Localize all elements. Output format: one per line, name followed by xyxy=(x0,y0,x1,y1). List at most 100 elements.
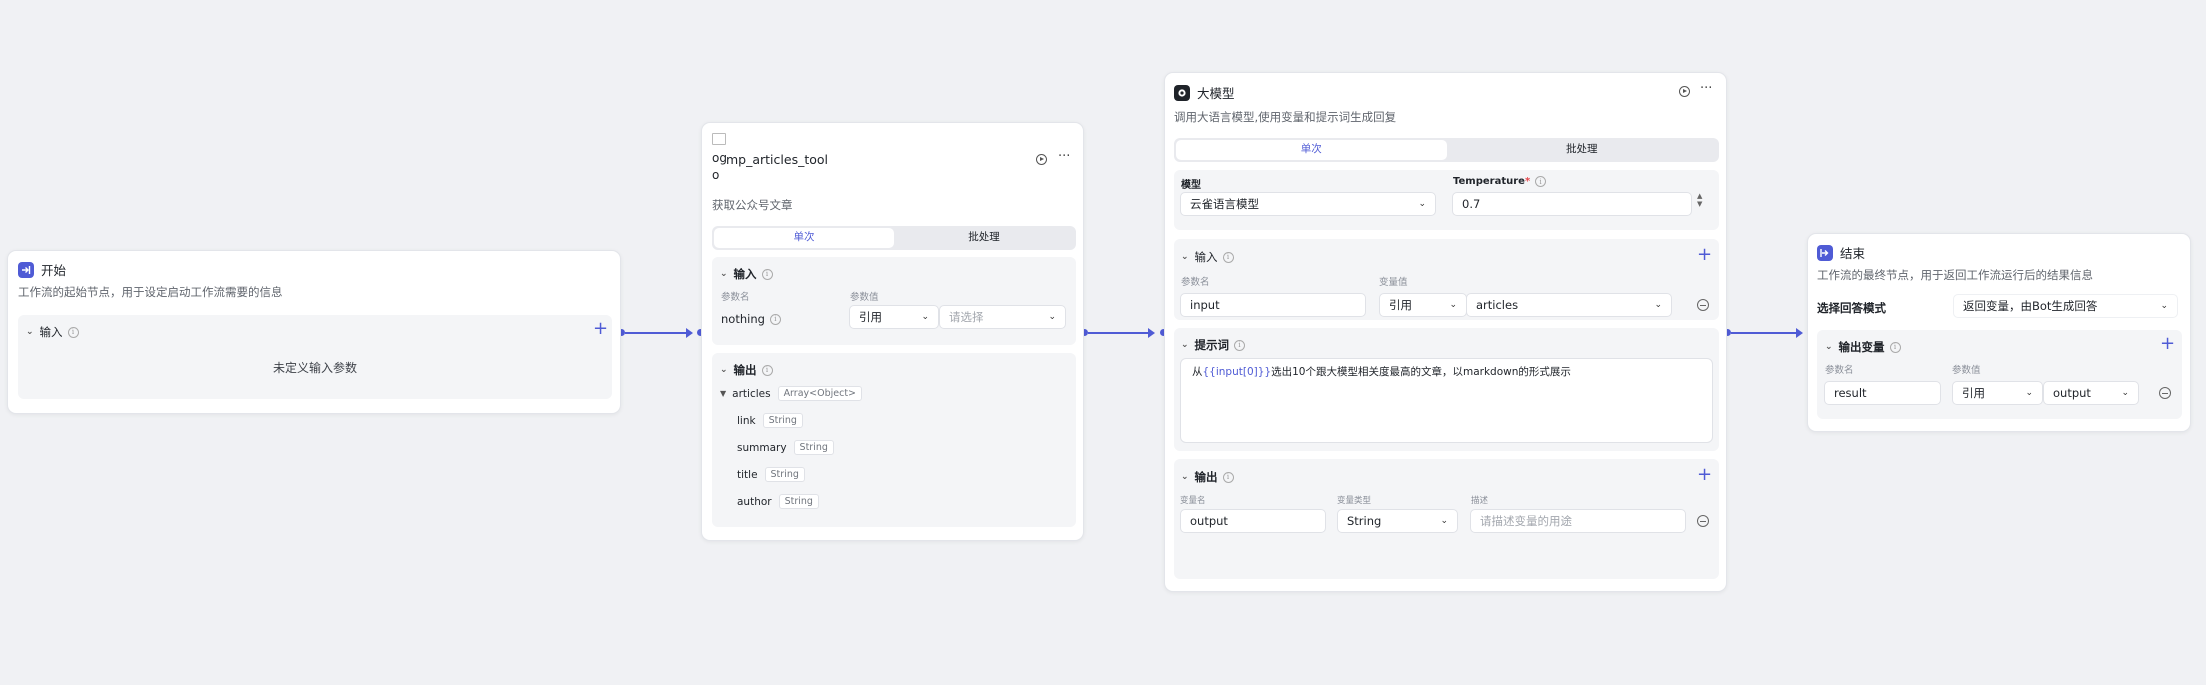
info-icon: i xyxy=(1889,341,1901,353)
ref-select[interactable]: 引用 ⌄ xyxy=(849,305,939,329)
ref-value-select[interactable]: articles ⌄ xyxy=(1466,293,1672,317)
output-type: Array<Object> xyxy=(777,386,863,401)
output-desc-input[interactable]: 请描述变量的用途 xyxy=(1470,509,1686,533)
output-item: ▼ articles Array<Object> xyxy=(720,386,863,401)
info-icon: i xyxy=(67,326,79,338)
chevron-down-icon: ⌄ xyxy=(921,312,929,322)
input-section: ⌄ 输入 i 参数名 参数值 nothing i 引用 ⌄ 请选择 ⌄ xyxy=(712,257,1076,345)
remove-output-icon[interactable] xyxy=(1697,515,1709,527)
node-title: 结束 xyxy=(1840,246,1866,261)
run-icon[interactable] xyxy=(1679,86,1690,97)
more-icon[interactable]: ··· xyxy=(1700,81,1712,96)
temperature-label-text: Temperature xyxy=(1453,176,1525,187)
tool-node[interactable]: og o mp_articles_tool ··· 获取公众号文章 单次 批处理… xyxy=(701,122,1084,541)
tab-single[interactable]: 单次 xyxy=(1176,140,1447,160)
param-value-label: 参数值 xyxy=(850,292,879,303)
tab-batch[interactable]: 批处理 xyxy=(1447,140,1718,160)
ref-value-text: articles xyxy=(1476,298,1519,312)
node-description: 工作流的起始节点，用于设定启动工作流需要的信息 xyxy=(18,285,283,299)
value-select-placeholder: 请选择 xyxy=(949,310,984,324)
info-icon: i xyxy=(1234,339,1246,351)
section-title: 输入 xyxy=(733,267,757,281)
ref-value-select[interactable]: output ⌄ xyxy=(2043,381,2139,405)
mode-tabs: 单次 批处理 xyxy=(712,226,1076,250)
model-select[interactable]: 云雀语言模型 ⌄ xyxy=(1180,192,1436,216)
node-description: 调用大语言模型,使用变量和提示词生成回复 xyxy=(1174,110,1397,124)
chevron-down-icon[interactable]: ⌄ xyxy=(720,269,728,279)
caret-down-icon[interactable]: ▼ xyxy=(720,389,726,398)
add-output-button[interactable]: + xyxy=(1697,466,1712,484)
section-title: 提示词 xyxy=(1194,338,1230,352)
output-name-value: output xyxy=(1190,514,1228,528)
prompt-text: 从 xyxy=(1192,366,1203,378)
end-node[interactable]: 结束 工作流的最终节点，用于返回工作流运行后的结果信息 选择回答模式 返回变量，… xyxy=(1807,233,2191,432)
param-name-label: 参数名 xyxy=(721,292,750,303)
enter-icon xyxy=(18,261,34,278)
ref-select-value: 引用 xyxy=(1389,298,1412,312)
tab-batch[interactable]: 批处理 xyxy=(894,228,1074,248)
output-item: summary String xyxy=(737,440,834,455)
output-type: String xyxy=(778,494,819,509)
required-mark: * xyxy=(1524,176,1531,187)
chevron-down-icon: ⌄ xyxy=(2121,388,2129,398)
broken-image-alt-1: og xyxy=(712,151,727,165)
ref-select[interactable]: 引用 ⌄ xyxy=(1952,381,2043,405)
param-name: nothing i xyxy=(721,312,781,326)
exit-icon xyxy=(1817,244,1833,261)
chevron-down-icon[interactable]: ⌄ xyxy=(1181,472,1189,482)
run-icon[interactable] xyxy=(1036,154,1047,165)
output-name: author xyxy=(737,495,772,508)
llm-node[interactable]: 大模型 ··· 调用大语言模型,使用变量和提示词生成回复 单次 批处理 模型 云… xyxy=(1164,72,1727,592)
remove-output-var-icon[interactable] xyxy=(2159,387,2171,399)
prompt-variable: {{input[0]}} xyxy=(1202,366,1272,378)
output-item: title String xyxy=(737,467,805,482)
chevron-down-icon[interactable]: ⌄ xyxy=(1825,342,1833,352)
output-section: ⌄ 输出 i ▼ articles Array<Object> link Str… xyxy=(712,353,1076,527)
temperature-input[interactable]: 0.7 xyxy=(1452,192,1692,216)
value-select[interactable]: 请选择 ⌄ xyxy=(939,305,1066,329)
output-item: author String xyxy=(737,494,819,509)
input-section: ⌄ 输入 i + 参数名 变量值 input 引用 ⌄ articles ⌄ xyxy=(1174,239,1719,320)
prompt-editor[interactable]: 从{{input[0]}}选出10个跟大模型相关度最高的文章，以markdown… xyxy=(1180,358,1713,443)
output-type: String xyxy=(793,440,834,455)
output-type-select[interactable]: String ⌄ xyxy=(1337,509,1458,533)
answer-mode-select[interactable]: 返回变量，由Bot生成回答 ⌄ xyxy=(1953,294,2178,318)
add-input-button[interactable]: + xyxy=(1697,246,1712,264)
info-icon: i xyxy=(769,313,781,325)
add-output-var-button[interactable]: + xyxy=(2160,335,2175,353)
param-value-label: 参数值 xyxy=(1952,365,1981,376)
chevron-down-icon: ⌄ xyxy=(1449,300,1457,310)
output-name-field[interactable]: output xyxy=(1180,509,1326,533)
model-section: 模型 云雀语言模型 ⌄ Temperature * i 0.7 ▲ ▼ xyxy=(1174,170,1719,230)
chevron-down-icon[interactable]: ⌄ xyxy=(1181,340,1189,350)
output-type: String xyxy=(762,413,803,428)
remove-input-icon[interactable] xyxy=(1697,299,1709,311)
section-title: 输出 xyxy=(733,363,757,377)
param-name-field[interactable]: result xyxy=(1824,381,1941,405)
ref-select[interactable]: 引用 ⌄ xyxy=(1379,293,1467,317)
chevron-down-icon[interactable]: ⌄ xyxy=(720,365,728,375)
out-desc-label: 描述 xyxy=(1471,496,1489,506)
chevron-down-icon: ⌄ xyxy=(1654,300,1662,310)
temperature-label: Temperature * i xyxy=(1453,176,1547,187)
empty-input-text: 未定义输入参数 xyxy=(272,361,357,375)
section-title: 输入 xyxy=(1194,250,1218,264)
more-icon[interactable]: ··· xyxy=(1058,149,1070,164)
start-node[interactable]: 开始 工作流的起始节点，用于设定启动工作流需要的信息 ⌄ 输入 i + 未定义输… xyxy=(7,250,621,414)
chevron-down-icon[interactable]: ⌄ xyxy=(1181,252,1189,262)
chevron-down-icon[interactable]: ⌄ xyxy=(26,327,34,337)
input-name-field[interactable]: input xyxy=(1180,293,1366,317)
tab-single[interactable]: 单次 xyxy=(714,228,894,248)
chevron-down-icon: ⌄ xyxy=(2160,301,2168,311)
answer-mode-label: 选择回答模式 xyxy=(1817,301,1886,315)
add-input-button[interactable]: + xyxy=(593,320,608,338)
output-section: ⌄ 输出 i + 变量名 变量类型 描述 output String ⌄ 请描述… xyxy=(1174,459,1719,579)
model-label: 模型 xyxy=(1181,180,1201,191)
answer-mode-value: 返回变量，由Bot生成回答 xyxy=(1963,299,2098,313)
stepper-icon[interactable]: ▲ ▼ xyxy=(1697,192,1702,208)
output-desc-placeholder: 请描述变量的用途 xyxy=(1480,514,1572,528)
output-type: String xyxy=(764,467,805,482)
chevron-down-icon: ⌄ xyxy=(2025,388,2033,398)
var-value-label: 变量值 xyxy=(1379,277,1408,288)
output-var-section: ⌄ 输出变量 i + 参数名 参数值 result 引用 ⌄ output ⌄ xyxy=(1817,330,2182,419)
